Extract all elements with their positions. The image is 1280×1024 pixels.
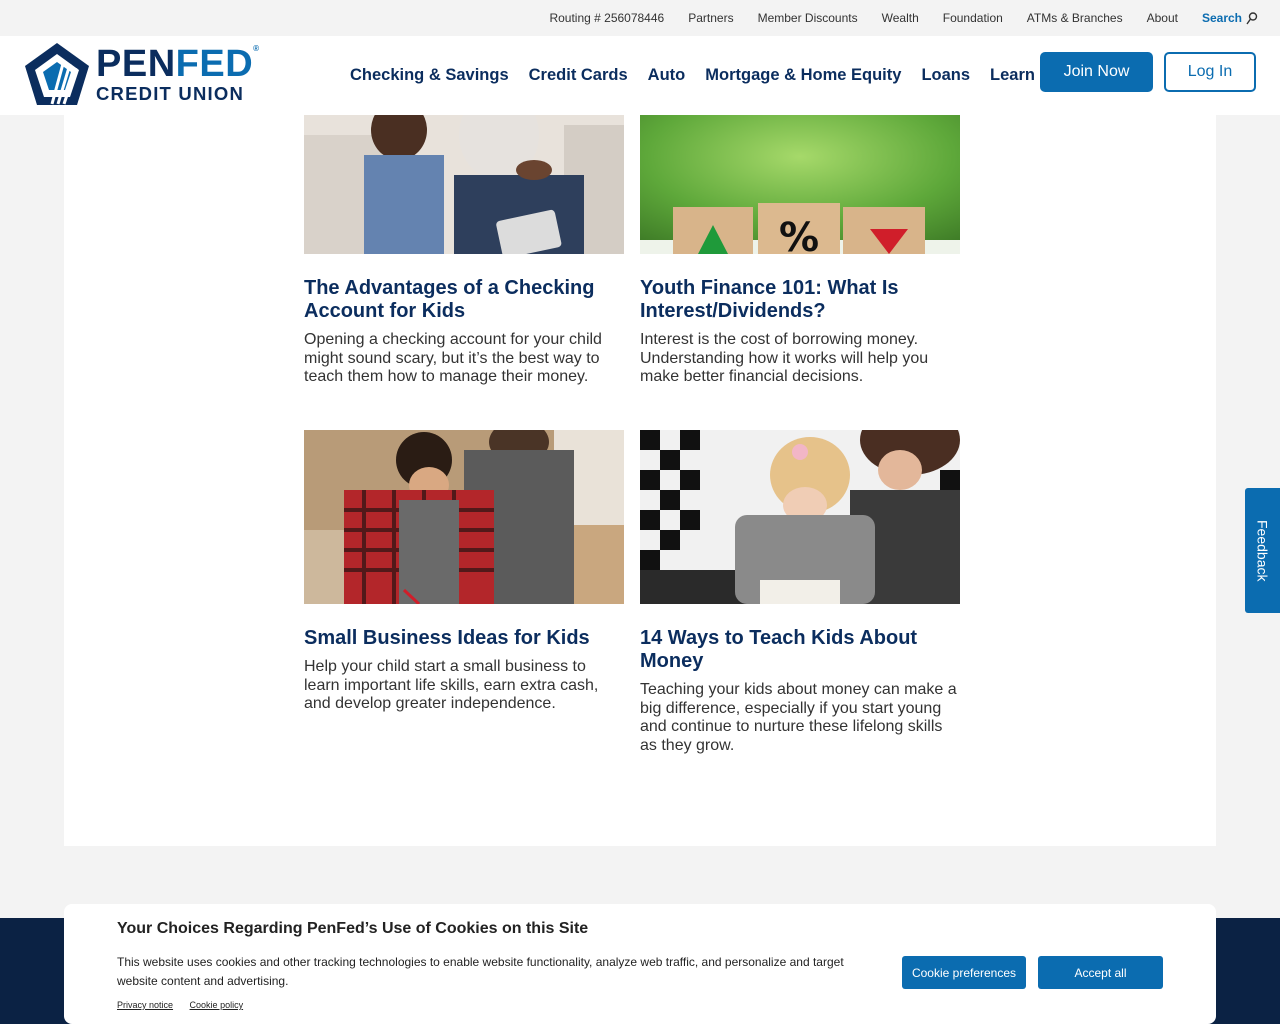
article-image-kids-checking[interactable] <box>304 115 624 254</box>
utility-link-wealth[interactable]: Wealth <box>882 11 919 25</box>
main-nav: Checking & Savings Credit Cards Auto Mor… <box>340 36 1045 115</box>
article-grid-panel: The Advantages of a Checking Account for… <box>64 115 1216 846</box>
nav-credit-cards[interactable]: Credit Cards <box>529 66 628 85</box>
privacy-notice-link[interactable]: Privacy notice <box>117 1000 173 1010</box>
logo-text-fed: FED <box>175 42 254 85</box>
utility-link-partners[interactable]: Partners <box>688 11 733 25</box>
utility-link-about[interactable]: About <box>1147 11 1178 25</box>
article-title[interactable]: Youth Finance 101: What Is Interest/Divi… <box>640 277 960 323</box>
main-header: PENFED® CREDIT UNION Checking & Savings … <box>0 36 1280 115</box>
log-in-button[interactable]: Log In <box>1164 52 1256 92</box>
article-card[interactable]: % Youth Finance 101: What Is Interest/Di… <box>640 115 960 387</box>
nav-learn[interactable]: Learn <box>990 66 1035 85</box>
feedback-label: Feedback <box>1254 519 1271 582</box>
article-card[interactable]: The Advantages of a Checking Account for… <box>304 115 624 387</box>
article-image-small-business[interactable] <box>304 430 624 604</box>
utility-bar: Routing # 256078446 Partners Member Disc… <box>0 0 1280 36</box>
cookie-consent-banner: Your Choices Regarding PenFed’s Use of C… <box>64 904 1216 1024</box>
cookie-banner-body: This website uses cookies and other trac… <box>117 955 844 988</box>
cookie-banner-links: Privacy notice Cookie policy <box>117 1000 257 1010</box>
accept-all-cookies-button[interactable]: Accept all <box>1038 956 1163 989</box>
logo-text-credit-union: CREDIT UNION <box>96 82 245 104</box>
article-image-interest-blocks[interactable]: % <box>640 115 960 254</box>
article-title[interactable]: Small Business Ideas for Kids <box>304 627 624 650</box>
article-title[interactable]: 14 Ways to Teach Kids About Money <box>640 627 960 673</box>
cookie-banner-title: Your Choices Regarding PenFed’s Use of C… <box>117 920 589 937</box>
utility-link-atms-branches[interactable]: ATMs & Branches <box>1027 11 1123 25</box>
nav-checking-savings[interactable]: Checking & Savings <box>350 66 509 85</box>
cookie-preferences-button[interactable]: Cookie preferences <box>902 956 1026 989</box>
search-label: Search <box>1201 11 1242 25</box>
cookie-policy-link[interactable]: Cookie policy <box>190 1000 244 1010</box>
routing-number: Routing # 256078446 <box>549 11 665 25</box>
article-image-teach-kids[interactable] <box>640 430 960 604</box>
penfed-logo[interactable]: PENFED® CREDIT UNION <box>24 42 266 106</box>
pentagon-logo-icon <box>25 43 89 105</box>
nav-auto[interactable]: Auto <box>648 66 686 85</box>
article-description: Teaching your kids about money can make … <box>640 681 957 754</box>
article-description: Opening a checking account for your chil… <box>304 331 602 385</box>
utility-link-foundation[interactable]: Foundation <box>943 11 1003 25</box>
article-description: Interest is the cost of borrowing money.… <box>640 331 929 385</box>
article-title[interactable]: The Advantages of a Checking Account for… <box>304 277 624 323</box>
article-card[interactable]: 14 Ways to Teach Kids About Money Teachi… <box>640 430 960 755</box>
logo-text-pen: PEN <box>96 42 176 85</box>
feedback-tab[interactable]: Feedback <box>1245 488 1280 613</box>
nav-loans[interactable]: Loans <box>921 66 970 85</box>
article-description: Help your child start a small business t… <box>304 658 599 712</box>
registered-mark-icon: ® <box>253 43 260 53</box>
nav-mortgage-home-equity[interactable]: Mortgage & Home Equity <box>705 66 901 85</box>
join-now-button[interactable]: Join Now <box>1040 52 1153 92</box>
search-icon <box>1246 11 1258 24</box>
search-link[interactable]: Search <box>1202 11 1258 25</box>
article-card[interactable]: Small Business Ideas for Kids Help your … <box>304 430 624 714</box>
svg-text:%: % <box>779 215 819 254</box>
utility-link-member-discounts[interactable]: Member Discounts <box>758 11 858 25</box>
